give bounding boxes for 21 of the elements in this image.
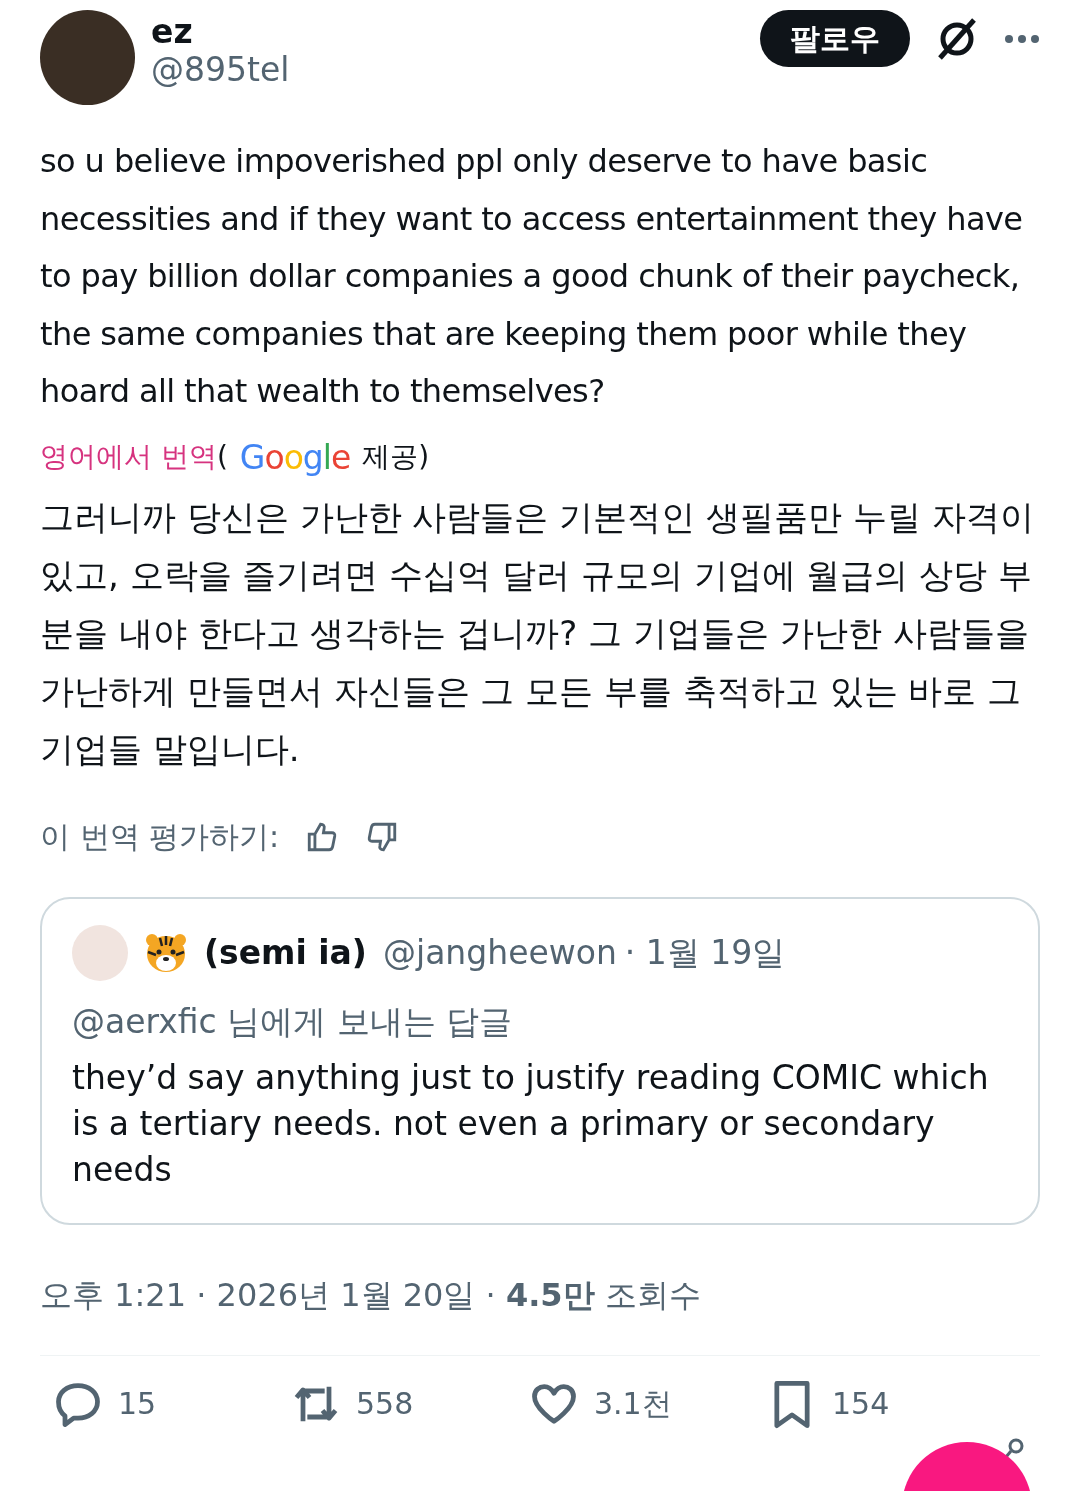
provided-label: 제공): [362, 439, 430, 476]
author-name[interactable]: ez: [151, 14, 290, 51]
quoted-author-name: (semi ia): [204, 932, 367, 975]
follow-button[interactable]: 팔로우: [760, 10, 910, 67]
bookmark-action[interactable]: 154: [766, 1377, 1004, 1430]
quoted-post-text: they’d say anything just to justify reading COMIC which is a tertiary needs. not even a primary or secondary needs: [72, 1056, 990, 1191]
reply-to-label: @aerxfic 님에게 보내는 답글: [72, 1001, 514, 1043]
heart-action[interactable]: 3.1천: [528, 1377, 766, 1430]
author-handle[interactable]: @895tel: [151, 50, 290, 90]
speech-bubble-action[interactable]: 15: [52, 1377, 290, 1430]
quoted-post-date: · 1월 19일: [624, 932, 786, 975]
quoted-author-handle: @jangheewon: [382, 932, 617, 975]
translation-source[interactable]: 영어에서 번역: [40, 436, 217, 479]
rate-translation-label: 이 번역 평가하기:: [40, 818, 280, 856]
repost-action[interactable]: 558: [290, 1377, 528, 1430]
translated-text: 그러니까 당신은 가난한 사람들은 기본적인 생필품만 누릴 자격이 있고, 오락을 즐기려면 수십억 달러 규모의 기업에 월급의 상당 부분을 내야 한다고 생각하는 겁니까? 그 기업들은 가난한 사람들을 가난하게 만들면서 자신들은 그 모든 부를 축적하고 있는 바로 그 기업들 말입니다.: [40, 496, 1035, 771]
google-logo: Google: [239, 436, 351, 479]
parenthesis: (: [216, 439, 228, 476]
post-text: so u believe impoverished ppl only deserve to have basic necessities and if they want to access entertainment they have to pay billion dollar companies a good chunk of their paycheck, the same companies that are keeping them poor while they hoard all that wealth to themselves?: [40, 141, 1024, 412]
quoted-post-card[interactable]: (semi ia) @jangheewon · 1월 19일 @aerxfic 님에게 보내는 답글 they’d say anything just to justify reading COMIC which is a tertiary needs. not even a primary or secondary needs: [40, 897, 1040, 1225]
post-timestamp-views: 오후 1:21 · 2026년 1월 20일 · 4.5만 조회수: [40, 1275, 701, 1314]
